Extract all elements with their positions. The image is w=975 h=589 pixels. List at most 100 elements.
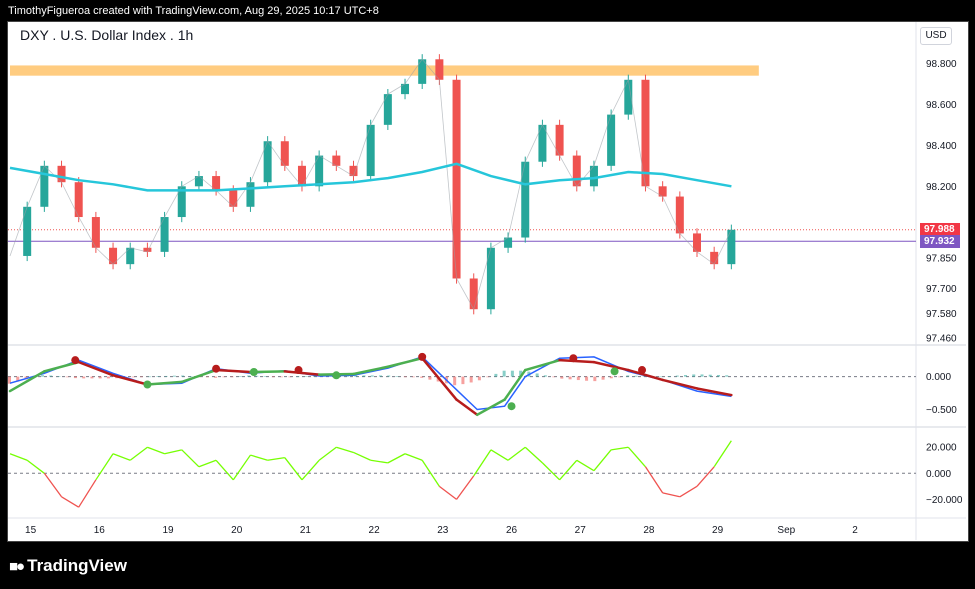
oscillator-line-segment bbox=[611, 446, 629, 451]
macd-histogram-bar bbox=[576, 376, 580, 381]
oscillator-line-segment bbox=[387, 453, 406, 464]
macd-cross-marker bbox=[569, 354, 578, 363]
resistance-zone bbox=[10, 65, 759, 76]
oscillator-line-segment bbox=[679, 485, 698, 498]
oscillator-line-segment bbox=[95, 453, 114, 481]
macd-histogram-bar bbox=[230, 376, 234, 378]
oscillator-line-segment bbox=[473, 449, 492, 477]
oscillator-line-segment bbox=[353, 451, 371, 461]
time-tick-label: 16 bbox=[94, 525, 106, 536]
macd-histogram-bar bbox=[700, 374, 704, 377]
price-tick-label: 98.200 bbox=[926, 182, 957, 193]
tradingview-logo[interactable]: ■● TradingView bbox=[9, 556, 127, 576]
macd-histogram-bar bbox=[395, 376, 399, 377]
time-tick-label: 27 bbox=[575, 525, 587, 536]
macd-histogram-bar bbox=[403, 376, 407, 378]
macd-histogram-bar bbox=[543, 375, 547, 377]
time-tick-label: 19 bbox=[162, 525, 174, 536]
macd-histogram-bar bbox=[304, 376, 308, 377]
oscillator-line-segment bbox=[644, 466, 664, 494]
oscillator-line-segment bbox=[198, 459, 217, 468]
symbol-title[interactable]: DXY . U.S. Dollar Index . 1h bbox=[20, 27, 193, 43]
oscillator-line-segment bbox=[26, 459, 45, 474]
price-tick-label: 98.600 bbox=[926, 100, 957, 111]
macd-histogram-bar bbox=[57, 376, 61, 378]
macd-histogram-bar bbox=[255, 375, 259, 377]
macd-cross-marker bbox=[212, 364, 221, 373]
oscillator-line-segment bbox=[456, 475, 475, 500]
macd-signal-line bbox=[9, 356, 732, 411]
tradingview-logo-icon: ■● bbox=[9, 558, 25, 575]
macd-cross-marker bbox=[249, 368, 258, 377]
macd-histogram-bar bbox=[288, 376, 292, 378]
oscillator-line-segment bbox=[713, 440, 732, 468]
macd-histogram-bar bbox=[486, 376, 490, 378]
oscillator-line-segment bbox=[593, 449, 612, 472]
oscillator-line-segment bbox=[404, 453, 423, 461]
time-tick-label: 28 bbox=[643, 525, 655, 536]
oscillator-line-segment bbox=[232, 454, 251, 481]
macd-histogram-bar bbox=[535, 373, 539, 377]
time-tick-label: 21 bbox=[300, 525, 312, 536]
macd-histogram-bar bbox=[148, 376, 152, 378]
oscillator-line-segment bbox=[541, 462, 561, 481]
time-tick-label: 20 bbox=[231, 525, 243, 536]
macd-histogram-bar bbox=[378, 375, 382, 377]
oscillator-line-segment bbox=[61, 496, 80, 508]
macd-line-segment bbox=[592, 360, 630, 372]
macd-histogram-bar bbox=[238, 376, 242, 377]
oscillator-tick-label: 20.000 bbox=[926, 443, 957, 454]
macd-histogram-bar bbox=[222, 376, 226, 378]
oscillator-line-segment bbox=[576, 459, 595, 472]
chart-canvas[interactable]: 98.800 98.600 98.400 98.200 97.850 97.700 97.5… bbox=[0, 0, 975, 589]
macd-histogram-bar bbox=[469, 376, 473, 383]
oscillator-line-segment bbox=[284, 457, 303, 481]
macd-line-segment bbox=[524, 358, 561, 372]
macd-histogram-bar bbox=[684, 375, 688, 377]
oscillator-line-segment bbox=[438, 485, 457, 500]
macd-histogram-bar bbox=[370, 375, 374, 377]
oscillator-line-segment bbox=[9, 453, 28, 461]
macd-histogram-bar bbox=[387, 375, 391, 377]
oscillator-line-segment bbox=[129, 446, 148, 461]
macd-histogram-bar bbox=[601, 376, 605, 380]
time-tick-label: 29 bbox=[712, 525, 724, 536]
macd-histogram-bar bbox=[280, 376, 284, 378]
macd-histogram-bar bbox=[659, 376, 663, 378]
oscillator-line-segment bbox=[181, 449, 200, 468]
macd-cross-marker bbox=[507, 402, 516, 411]
macd-histogram-bar bbox=[708, 374, 712, 377]
macd-histogram-bar bbox=[560, 376, 564, 379]
macd-histogram-bar bbox=[634, 375, 638, 377]
macd-histogram-bar bbox=[156, 376, 160, 377]
macd-histogram-bar bbox=[675, 375, 679, 377]
macd-histogram-bar bbox=[139, 376, 143, 378]
macd-histogram-bar bbox=[181, 375, 185, 377]
oscillator-line-segment bbox=[43, 472, 63, 498]
oscillator-line-segment bbox=[318, 446, 337, 461]
macd-line-segment bbox=[503, 368, 527, 401]
macd-line-segment bbox=[558, 358, 596, 364]
macd-histogram-bar bbox=[585, 376, 589, 381]
macd-histogram-bar bbox=[725, 375, 729, 377]
oscillator-line-segment bbox=[250, 454, 268, 461]
oscillator-line-segment bbox=[267, 457, 285, 461]
oscillator-line-segment bbox=[147, 446, 165, 455]
macd-histogram-bar bbox=[189, 376, 193, 377]
macd-histogram-bar bbox=[98, 376, 102, 379]
macd-histogram-bar bbox=[593, 376, 597, 382]
time-tick-label: Sep bbox=[777, 525, 795, 536]
macd-histogram-bar bbox=[453, 376, 457, 386]
oscillator-line-segment bbox=[524, 446, 543, 464]
macd-histogram-bar bbox=[40, 375, 44, 377]
macd-line-segment bbox=[352, 365, 390, 376]
macd-histogram-bar bbox=[106, 376, 110, 379]
oscillator-line-segment bbox=[215, 459, 234, 481]
footer-brand: TradingView bbox=[27, 556, 127, 575]
currency-button[interactable]: USD bbox=[920, 27, 952, 45]
macd-histogram-bar bbox=[568, 376, 572, 380]
macd-tick-label: −0.500 bbox=[926, 405, 957, 416]
macd-cross-marker bbox=[638, 366, 647, 375]
macd-histogram-bar bbox=[247, 375, 251, 377]
time-tick-label: 22 bbox=[369, 525, 381, 536]
